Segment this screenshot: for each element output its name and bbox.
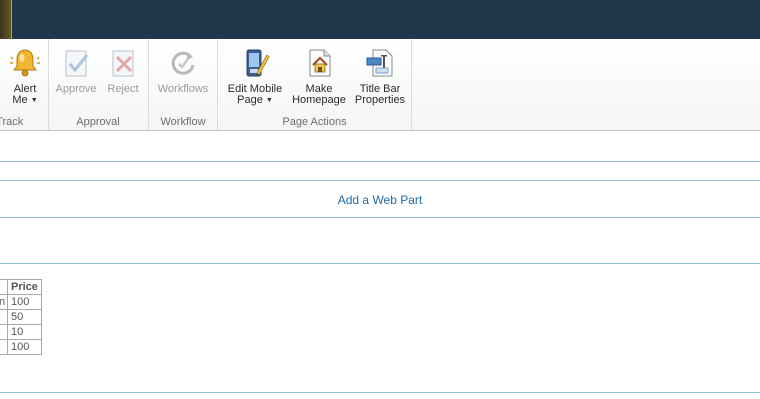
ribbon-group-label-approval: Approval <box>76 116 120 128</box>
workflows-label: Workflows <box>157 83 209 95</box>
workflows-icon <box>171 51 195 75</box>
edit-mobile-label-line2: Page <box>237 94 263 106</box>
table-header-price: Price <box>7 279 42 295</box>
make-homepage-button[interactable]: Make Homepage <box>290 45 348 106</box>
approve-button[interactable]: Approve <box>54 45 98 95</box>
edit-mobile-page-button[interactable]: Edit Mobile Page ▼ <box>222 45 288 106</box>
approve-icon <box>65 50 89 77</box>
make-homepage-label-line2: Homepage <box>292 94 346 106</box>
table-cell-price: 50 <box>7 309 42 325</box>
ribbon-group-share-track: Alert Me ▼ & Track <box>0 39 49 130</box>
workflows-button[interactable]: Workflows <box>153 45 213 95</box>
table-row: 50 <box>0 309 42 325</box>
bell-icon <box>10 49 40 77</box>
alert-me-label-line2: Me <box>12 94 28 106</box>
approve-label: Approve <box>55 83 97 95</box>
title-bar-icon <box>366 49 393 77</box>
reject-icon <box>112 50 134 77</box>
ribbon-group-label-share-track: & Track <box>0 116 24 128</box>
alert-me-button[interactable]: Alert Me ▼ <box>6 45 44 106</box>
webpart-zone-bottom-border <box>0 217 760 218</box>
chevron-down-icon: ▼ <box>30 97 38 104</box>
table-row: 100 <box>0 339 42 355</box>
table-row: n 100 <box>0 294 42 310</box>
table-header-cell <box>0 279 8 295</box>
ribbon-group-label-page-actions: Page Actions <box>282 116 347 128</box>
reject-button[interactable]: Reject <box>104 45 142 95</box>
table-cell <box>0 339 8 355</box>
zone-divider <box>0 263 760 264</box>
table-header-row: Price <box>0 279 42 295</box>
top-navigation-bar <box>0 0 760 39</box>
ribbon-group-page-actions: Edit Mobile Page ▼ Make Homepage Title B… <box>218 39 412 130</box>
top-bar-accent <box>0 0 12 39</box>
title-bar-label-line2: Properties <box>354 94 406 106</box>
title-bar-properties-button[interactable]: Title Bar Properties <box>350 45 410 106</box>
table-row: 10 <box>0 324 42 340</box>
mobile-page-icon <box>246 49 270 77</box>
zone-divider <box>0 392 760 393</box>
ribbon-group-approval: Approve Reject Approval <box>48 39 149 130</box>
price-table: Price n 100 50 10 100 <box>0 279 42 355</box>
webpart-zone-top-border <box>0 180 760 181</box>
table-cell <box>0 324 8 340</box>
ribbon-group-label-workflow: Workflow <box>160 116 206 128</box>
reject-label: Reject <box>107 83 139 95</box>
chevron-down-icon: ▼ <box>265 97 273 104</box>
table-cell-price: 100 <box>7 339 42 355</box>
homepage-icon <box>309 49 331 77</box>
ribbon: Alert Me ▼ & Track Approve Reject Approv… <box>0 39 760 131</box>
table-cell <box>0 309 8 325</box>
table-cell-price: 10 <box>7 324 42 340</box>
add-web-part-link[interactable]: Add a Web Part <box>0 193 760 207</box>
table-cell-price: 100 <box>7 294 42 310</box>
table-cell: n <box>0 294 8 310</box>
zone-divider <box>0 161 760 162</box>
ribbon-group-workflow: Workflows Workflow <box>149 39 218 130</box>
